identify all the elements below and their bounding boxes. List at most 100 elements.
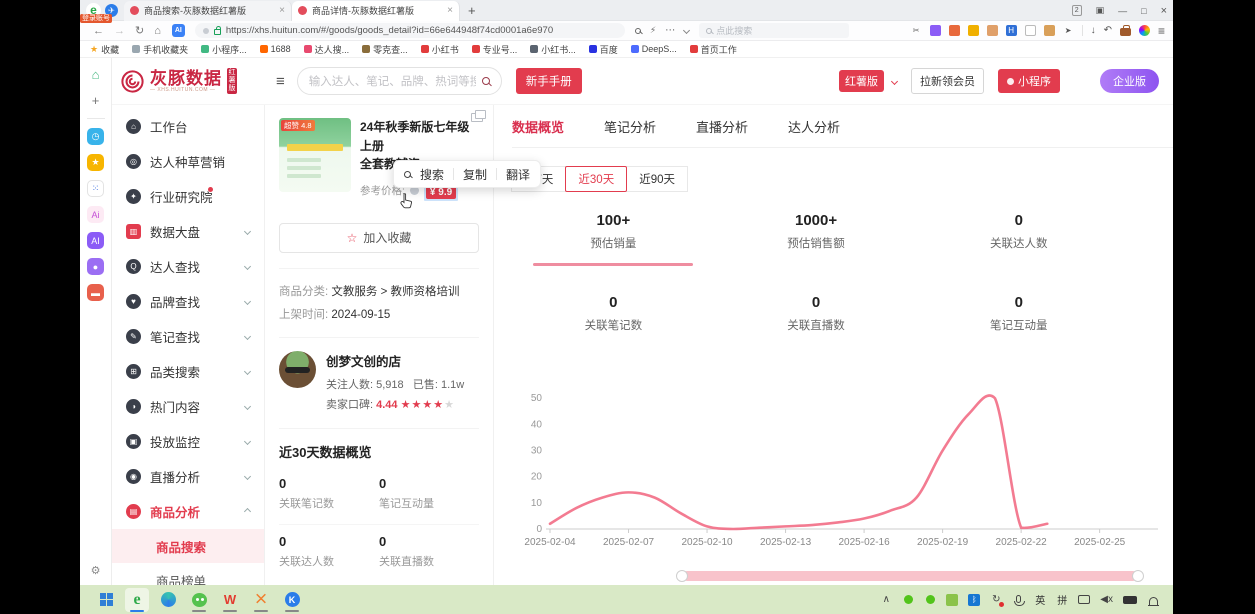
sidebar-item-行业研究院[interactable]: ✦行业研究院 [112, 179, 264, 214]
tray-lang-en[interactable]: 英 [1034, 593, 1046, 607]
tray-volume-muted-icon[interactable]: ◀x [1100, 593, 1113, 607]
rail-home-icon[interactable]: ⌂ [87, 66, 104, 83]
app-logo[interactable]: 灰豚数据 — XHS.HUITUN.COM — 红薯版 [120, 68, 272, 94]
sidebar-item-工作台[interactable]: ⌂工作台 [112, 109, 264, 144]
new-tab-button[interactable]: + [468, 3, 476, 18]
bookmark-item[interactable]: 1688 [260, 44, 291, 54]
popup-action-复制[interactable]: 复制 [463, 166, 487, 183]
back-icon[interactable]: ← [93, 25, 104, 37]
datazoom-range[interactable] [682, 571, 1138, 581]
tray-sync-icon[interactable]: ↻ [990, 593, 1002, 607]
compare-icon[interactable] [471, 113, 483, 122]
gift-icon[interactable]: ▣ [1096, 5, 1105, 16]
trophy-ext[interactable] [968, 25, 979, 36]
sidebar-item-笔记查找[interactable]: ✎笔记查找 [112, 319, 264, 354]
sidebar-item-达人种草营销[interactable]: ◎达人种草营销 [112, 144, 264, 179]
sidebar-item-商品分析[interactable]: ▤商品分析 [112, 494, 264, 529]
tab-数据概览[interactable]: 数据概览 [512, 117, 564, 136]
tray-expand-icon[interactable]: ∧ [880, 593, 892, 607]
sidebar-subitem-商品搜索[interactable]: 商品搜索 [112, 529, 264, 563]
browser-tab[interactable]: 商品搜索-灰豚数据红薯版× [124, 1, 292, 21]
datazoom-handle[interactable] [676, 570, 688, 582]
site-info-icon[interactable] [203, 28, 209, 34]
restore-button[interactable]: □ [1141, 6, 1146, 16]
tray-bell-icon[interactable] [1147, 593, 1159, 607]
shop-avatar[interactable] [279, 351, 316, 388]
rail-favorites-app[interactable]: ★ [87, 154, 104, 171]
ie-browser[interactable]: e [125, 588, 149, 612]
sidebar-item-品牌查找[interactable]: ♥品牌查找 [112, 284, 264, 319]
lightning-icon[interactable]: ⚡ [650, 25, 656, 36]
sidebar-item-直播分析[interactable]: ◉直播分析 [112, 459, 264, 494]
x-app[interactable]: ⨉ [249, 588, 273, 612]
bookmark-item[interactable]: 专业号... [472, 43, 518, 56]
datazoom-slider[interactable] [568, 570, 1138, 582]
stat-笔记互动量[interactable]: 0笔记互动量 [917, 294, 1120, 347]
download-icon[interactable]: ↓ [1091, 25, 1096, 36]
tray-bluetooth-icon[interactable]: ᛒ [968, 593, 980, 607]
bookmark-item[interactable]: 小红书 [421, 43, 459, 56]
sidebar-item-品类搜索[interactable]: ⊞品类搜索 [112, 354, 264, 389]
tray-lang-pinyin[interactable]: 拼 [1056, 593, 1068, 607]
tray-mic-icon[interactable] [1012, 593, 1024, 607]
tray-green-dot-2[interactable] [924, 593, 936, 607]
tray-touchpad-icon[interactable] [1078, 593, 1090, 607]
popup-action-翻译[interactable]: 翻译 [506, 166, 530, 183]
stat-预估销售额[interactable]: 1000+预估销售额 [715, 212, 918, 280]
zoom-icon[interactable] [635, 28, 641, 34]
tray-battery-icon[interactable] [1123, 593, 1137, 607]
rail-nodes-app[interactable]: ⁙ [87, 180, 104, 197]
popup-action-搜索[interactable]: 搜索 [420, 166, 444, 183]
bookmark-item[interactable]: 手机收藏夹 [132, 43, 188, 56]
invite-button[interactable]: 拉新领会员 [911, 68, 984, 94]
wechat-app[interactable] [187, 588, 211, 612]
sidebar-item-数据大盘[interactable]: ▥数据大盘 [112, 214, 264, 249]
miniprogram-button[interactable]: 小程序 [998, 69, 1060, 93]
sidebar-item-热门内容[interactable]: ◑热门内容 [112, 389, 264, 424]
manual-button[interactable]: 新手手册 [516, 68, 582, 94]
bookmark-item[interactable]: 零克查... [362, 43, 408, 56]
rail-game-app[interactable]: ▬ [87, 284, 104, 301]
bookmark-item[interactable]: 百度 [589, 43, 618, 56]
refresh-icon[interactable]: ↻ [135, 24, 144, 37]
toolbar-search[interactable]: 点此搜索 [699, 23, 849, 38]
forward-icon[interactable]: → [114, 25, 125, 37]
url-text[interactable]: https://xhs.huitun.com/#/goods/goods_det… [226, 25, 553, 36]
version-chevron-icon[interactable] [891, 77, 898, 84]
range-近30天[interactable]: 近30天 [565, 166, 627, 192]
bookmark-item[interactable]: 达人搜... [304, 43, 350, 56]
shop-name[interactable]: 创梦文创的店 [326, 351, 464, 375]
app-search-icon[interactable] [482, 77, 490, 85]
undo-icon[interactable]: ↶ [1104, 25, 1112, 36]
pin-ext[interactable]: ➤ [1063, 25, 1074, 36]
shiba-ext[interactable] [1044, 25, 1055, 36]
home-icon[interactable]: ⌂ [154, 25, 161, 37]
app-search-input[interactable]: 输入达人、笔记、品牌、热词等搜... [297, 67, 502, 95]
bookmark-item[interactable]: 小红书... [530, 43, 576, 56]
version-badge[interactable]: 红薯版 [839, 70, 884, 92]
bookmark-item[interactable]: 首页工作 [690, 43, 737, 56]
range-近90天[interactable]: 近90天 [626, 166, 688, 192]
stat-关联直播数[interactable]: 0关联直播数 [715, 294, 918, 347]
person-ext[interactable] [987, 25, 998, 36]
sidebar-item-达人查找[interactable]: Q达人查找 [112, 249, 264, 284]
ai-assistant-icon[interactable]: AI [172, 24, 185, 37]
collapse-menu-icon[interactable]: ≡ [276, 73, 285, 90]
tray-green-dot-1[interactable] [902, 593, 914, 607]
k-app[interactable]: K [280, 588, 304, 612]
stat-预估销量[interactable]: 100+预估销量 [512, 212, 715, 280]
address-bar[interactable]: https://xhs.huitun.com/#/goods/goods_det… [195, 23, 625, 38]
close-button[interactable]: × [1161, 5, 1167, 17]
purple-ext[interactable] [930, 25, 941, 36]
bookmark-item[interactable]: ★收藏 [90, 43, 119, 56]
chevron-down-icon[interactable] [683, 27, 690, 34]
rail-ai-ring-app[interactable]: Ai [87, 206, 104, 223]
edge-browser[interactable] [156, 588, 180, 612]
datazoom-handle[interactable] [1132, 570, 1144, 582]
start-button[interactable] [94, 588, 118, 612]
rail-ai-app[interactable]: AI [87, 232, 104, 249]
stat-关联笔记数[interactable]: 0关联笔记数 [512, 294, 715, 347]
stat-关联达人数[interactable]: 0关联达人数 [917, 212, 1120, 280]
tab-达人分析[interactable]: 达人分析 [788, 117, 840, 136]
frame-ext[interactable] [1025, 25, 1036, 36]
